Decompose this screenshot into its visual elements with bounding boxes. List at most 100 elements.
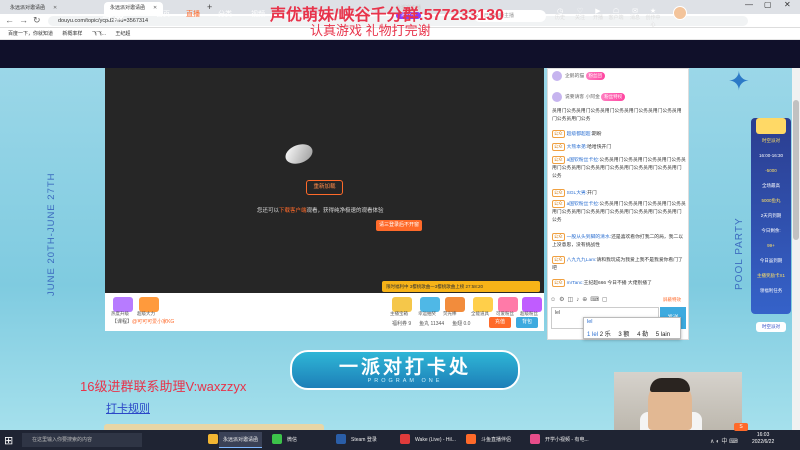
- minimize-icon[interactable]: —: [745, 0, 753, 9]
- fans-link[interactable]: @可可可爱小家KG: [132, 319, 174, 325]
- gift-icon[interactable]: [473, 297, 493, 312]
- chat-message: 员用门公务员用门公务员用门公务员用门公务员用门公务员用门公务员用门公务: [552, 108, 686, 124]
- chat-username[interactable]: a国钦粉丝卡拉:: [567, 202, 600, 207]
- douyu-logo[interactable]: 斗鱼: [102, 7, 124, 23]
- backpack-button[interactable]: 背包: [516, 317, 538, 328]
- taskbar-app-button[interactable]: Steam 登录: [347, 432, 381, 448]
- taskbar-app-button[interactable]: 开学小视频 - 有电...: [541, 432, 593, 448]
- client-button[interactable]: ☖ 客户端: [608, 8, 624, 22]
- taskbar-app-button[interactable]: 斗鱼直播伴侣: [477, 432, 515, 448]
- chat-tool-icon[interactable]: ♪: [576, 297, 579, 303]
- webcam-person-hair: [650, 378, 690, 392]
- taskbar-app-icon[interactable]: [336, 434, 346, 444]
- bookmark-item[interactable]: 飞飞...: [92, 31, 106, 37]
- taskbar-app-button[interactable]: 永远派对邀请函: [219, 432, 263, 448]
- recharge-button[interactable]: 充值: [489, 317, 511, 328]
- bookmark-item[interactable]: 新概率样: [62, 31, 82, 37]
- play-icon: ▶: [595, 8, 601, 15]
- banner-title: 一派对打卡处: [338, 357, 471, 378]
- chat-tool-icon[interactable]: ☺: [550, 297, 556, 303]
- ime-candidate[interactable]: 5 lain: [656, 332, 670, 338]
- event-notice-bar[interactable]: 限时福利中 3樱桃歌曲一3樱桃歌曲上榜 27:58:20: [382, 281, 540, 292]
- back-icon[interactable]: ←: [5, 15, 14, 25]
- vip-name[interactable]: 说要请客 小阿金: [565, 95, 600, 100]
- nav-live[interactable]: 直播: [186, 9, 200, 19]
- taskbar-app-button[interactable]: 微信: [283, 432, 301, 448]
- message-prefix: 您还可以: [257, 208, 280, 214]
- chat-tool-icon[interactable]: ⊕: [582, 297, 587, 303]
- event-panel-item: 时空派对: [762, 138, 780, 143]
- event-panel-item: 全场最高: [762, 183, 780, 188]
- browser-tab[interactable]: 永远派对邀请函 ✕: [4, 2, 63, 14]
- chat-tool-icon[interactable]: ⚙: [559, 297, 564, 303]
- mail-icon: ✉: [632, 8, 638, 15]
- gift-icon[interactable]: [113, 297, 133, 312]
- gift-icon[interactable]: [498, 297, 518, 312]
- follow-button[interactable]: ♡ 关注: [572, 8, 588, 22]
- event-panel-footer[interactable]: 时空派对: [752, 324, 790, 330]
- windows-start-icon[interactable]: ⊞: [4, 434, 13, 447]
- vip-name[interactable]: 企鹅的猫: [565, 74, 584, 79]
- chat-username[interactable]: a国钦粉丝卡拉:: [567, 158, 600, 163]
- chat-tool-icon[interactable]: ⌨: [590, 297, 599, 303]
- gift-icon[interactable]: [420, 297, 440, 312]
- close-window-icon[interactable]: ✕: [784, 0, 791, 9]
- new-tab-button[interactable]: +: [207, 2, 212, 12]
- nav-video[interactable]: 视频: [251, 9, 265, 19]
- user-avatar[interactable]: [673, 6, 687, 20]
- ime-pinyin: lel: [587, 319, 593, 325]
- taskbar-app-icon[interactable]: [530, 434, 540, 444]
- taskbar-app-icon[interactable]: [208, 434, 218, 444]
- creator-center-button[interactable]: ★ 创作中心: [645, 8, 661, 29]
- gift-icon[interactable]: [522, 297, 542, 312]
- history-button[interactable]: ◷ 历史: [552, 8, 568, 22]
- messages-button[interactable]: ✉ 消息: [627, 8, 643, 22]
- ime-candidate-popup: lel 1 lel 2 乐 3 额 4 勒 5 lain: [583, 317, 681, 339]
- chat-badge: 公众: [552, 256, 565, 264]
- ime-candidate[interactable]: 1 lel: [587, 332, 598, 338]
- scrollbar-thumb[interactable]: [793, 100, 799, 240]
- chat-text: 王纪超666 今日不播 大佬别播了: [583, 281, 652, 286]
- chat-username[interactable]: SGL大男:: [567, 191, 588, 196]
- chat-tools: ☺ ⚙ ◫ ♪ ⊕ ⌨ ▢ 屏蔽特效: [550, 296, 686, 306]
- bookmark-item[interactable]: 百度一下，你就知道: [8, 31, 53, 37]
- ime-candidate[interactable]: 4 勒: [637, 332, 648, 338]
- block-effects-toggle[interactable]: 屏蔽特效: [663, 297, 681, 303]
- taskbar-clock[interactable]: 16:03 2022/6/22: [752, 432, 774, 446]
- gift-icon[interactable]: [139, 297, 159, 312]
- ime-candidate[interactable]: 2 乐: [600, 332, 611, 338]
- close-tab-icon[interactable]: ✕: [53, 5, 57, 11]
- checkin-rules-link[interactable]: 打卡规则: [106, 400, 150, 416]
- open-client-button[interactable]: 请三登录后不开窗: [376, 220, 422, 231]
- taskbar-search[interactable]: 在这里输入你要搜索的内容: [22, 433, 142, 447]
- maximize-icon[interactable]: ▢: [764, 0, 772, 9]
- taskbar-app-button[interactable]: Wake (Live) - Hil...: [411, 432, 460, 448]
- ime-indicator-icon[interactable]: S: [734, 423, 748, 431]
- bookmark-item[interactable]: 王纪超: [115, 31, 130, 37]
- gift-icon[interactable]: [445, 297, 465, 312]
- chat-username[interactable]: 大熊本弟:: [567, 145, 588, 150]
- chat-tool-icon[interactable]: ◫: [568, 297, 574, 303]
- taskbar-app-icon[interactable]: [272, 434, 282, 444]
- nav-home[interactable]: 首页: [156, 9, 170, 19]
- chat-username[interactable]: 八九九九Lam:: [567, 258, 597, 263]
- gift-icon[interactable]: [392, 297, 412, 312]
- chat-username[interactable]: mrTanc:: [567, 281, 584, 286]
- system-tray[interactable]: ∧ ◐ 中 ⌨: [710, 436, 738, 445]
- nav-category[interactable]: 分类: [218, 9, 232, 19]
- event-date-text: JUNE 20TH-JUNE 27TH: [46, 172, 57, 296]
- forward-icon[interactable]: →: [19, 15, 28, 25]
- top-icon-label: 客户端: [608, 15, 624, 21]
- reload-stream-button[interactable]: 重新加载: [306, 180, 343, 195]
- reload-icon[interactable]: ↻: [33, 15, 41, 26]
- chat-username[interactable]: 超级都超超:: [567, 132, 592, 137]
- chat-message: 公众 超级都超超:期盼: [552, 130, 686, 139]
- go-live-button[interactable]: ▶ 开播: [590, 8, 606, 22]
- taskbar-app-icon[interactable]: [466, 434, 476, 444]
- chat-tool-icon[interactable]: ▢: [602, 297, 608, 303]
- taskbar-app-icon[interactable]: [400, 434, 410, 444]
- gift-label: 主播宝箱: [390, 311, 408, 316]
- chat-username[interactable]: 一股从头到脚的清水:: [567, 235, 612, 240]
- download-client-link[interactable]: 下载客户端: [279, 208, 307, 214]
- ime-candidate[interactable]: 3 额: [618, 332, 629, 338]
